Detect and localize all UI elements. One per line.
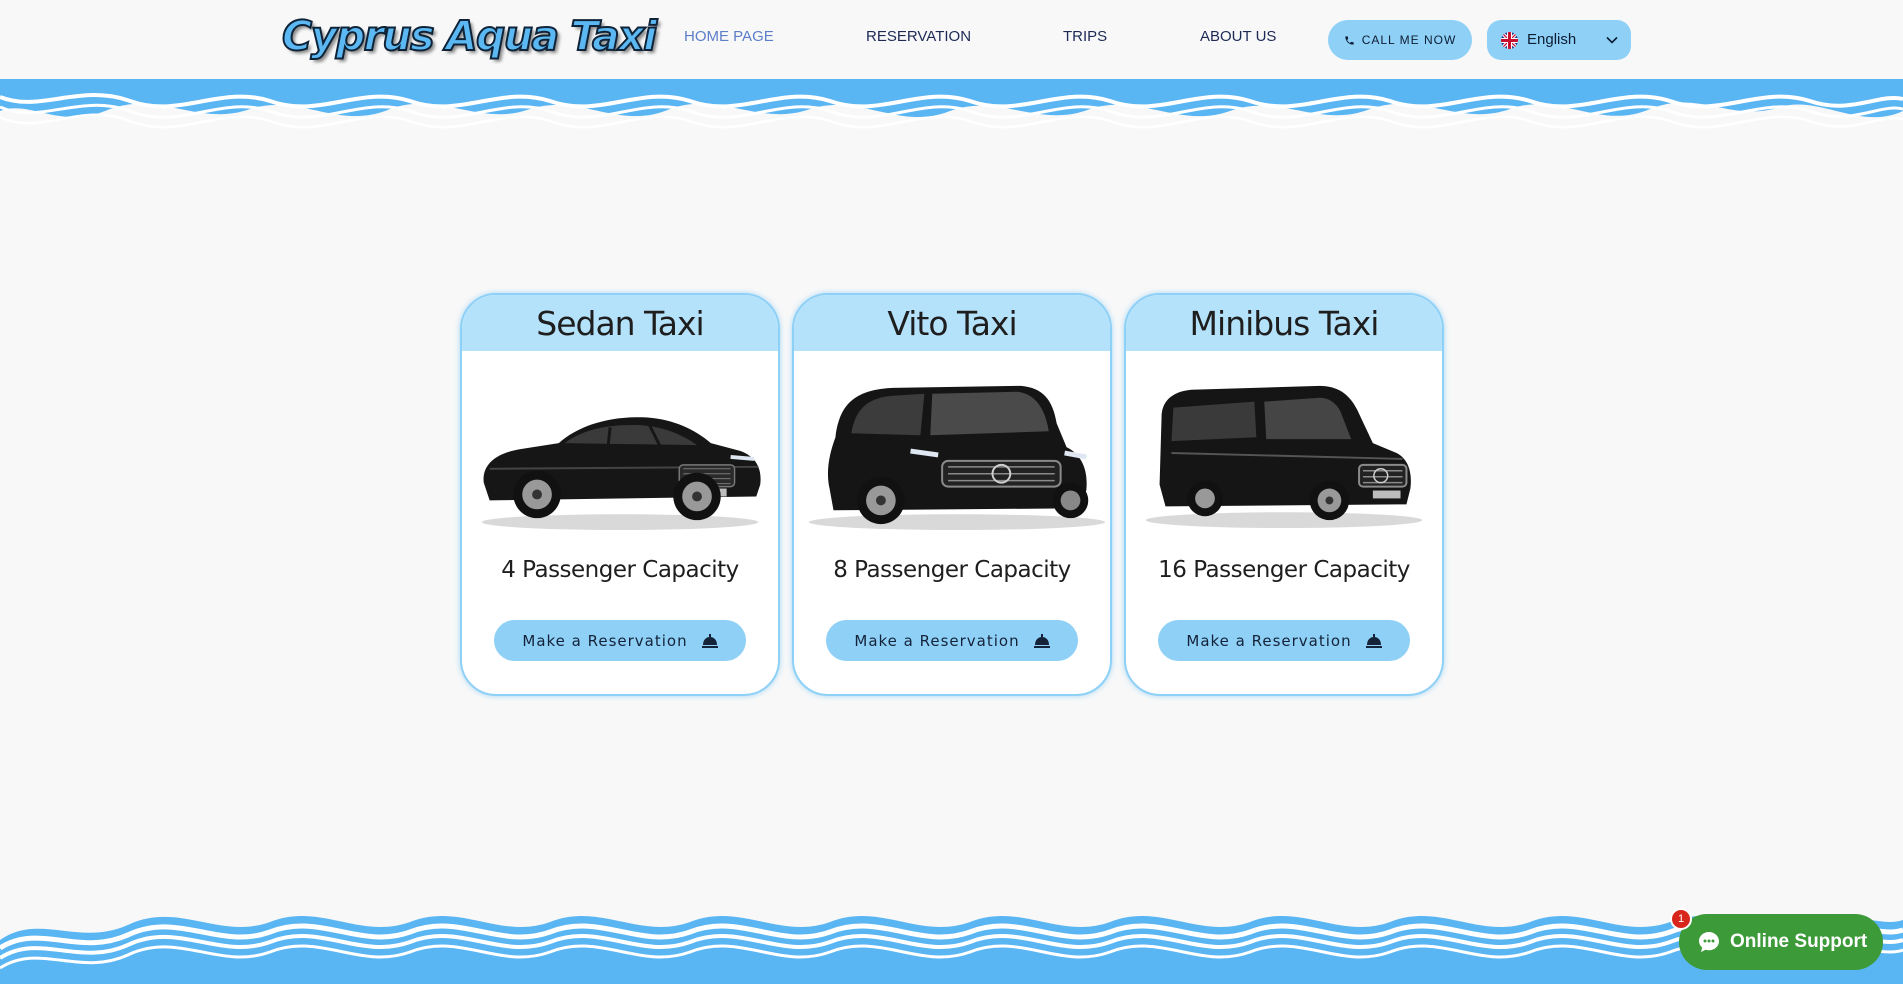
service-bell-icon xyxy=(1365,633,1382,648)
phone-icon xyxy=(1345,35,1354,45)
chevron-down-icon xyxy=(1606,36,1618,44)
reservation-button-label: Make a Reservation xyxy=(854,631,1020,650)
service-bell-icon xyxy=(1033,633,1050,648)
make-reservation-button[interactable]: Make a Reservation xyxy=(494,620,746,661)
call-button-label: CALL ME NOW xyxy=(1361,33,1457,47)
capacity-text: 4 Passenger Capacity xyxy=(501,557,739,583)
sedan-taxi-card: Sedan Taxi 4 Passenger Capacity Make a R… xyxy=(460,293,780,696)
make-reservation-button[interactable]: Make a Reservation xyxy=(1158,620,1410,661)
online-support-label: Online Support xyxy=(1730,931,1868,952)
card-title: Minibus Taxi xyxy=(1126,295,1442,351)
language-selector[interactable]: English xyxy=(1487,20,1631,60)
vito-taxi-card: Vito Taxi 8 Passenger Capacity Make a Re… xyxy=(792,293,1112,696)
vito-van-image xyxy=(808,385,1106,531)
site-logo[interactable]: Cyprus Aqua Taxi xyxy=(281,11,658,61)
nav-home-page[interactable]: HOME PAGE xyxy=(684,28,774,45)
bottom-wave-banner xyxy=(0,916,1903,984)
nav-trips[interactable]: TRIPS xyxy=(1063,28,1107,45)
language-label: English xyxy=(1527,31,1577,48)
capacity-text: 16 Passenger Capacity xyxy=(1158,557,1410,583)
reservation-button-label: Make a Reservation xyxy=(522,631,688,650)
chat-bubble-icon xyxy=(1699,932,1719,952)
nav-reservation[interactable]: RESERVATION xyxy=(866,28,971,45)
card-title: Vito Taxi xyxy=(794,295,1110,351)
notification-badge: 1 xyxy=(1670,908,1692,930)
online-support-button[interactable]: Online Support xyxy=(1679,914,1883,970)
minibus-image xyxy=(1145,385,1423,529)
capacity-text: 8 Passenger Capacity xyxy=(833,557,1071,583)
card-title: Sedan Taxi xyxy=(462,295,778,351)
site-header: Cyprus Aqua Taxi HOME PAGE RESERVATION T… xyxy=(0,0,1903,79)
call-me-now-button[interactable]: CALL ME NOW xyxy=(1328,20,1472,60)
minibus-taxi-card: Minibus Taxi 16 Passenger Capacity Make … xyxy=(1124,293,1444,696)
reservation-button-label: Make a Reservation xyxy=(1186,631,1352,650)
make-reservation-button[interactable]: Make a Reservation xyxy=(826,620,1078,661)
top-wave-banner xyxy=(0,79,1903,149)
sedan-car-image xyxy=(481,417,761,531)
nav-about-us[interactable]: ABOUT US xyxy=(1200,28,1276,45)
uk-flag-icon xyxy=(1501,32,1518,49)
service-bell-icon xyxy=(701,633,718,648)
